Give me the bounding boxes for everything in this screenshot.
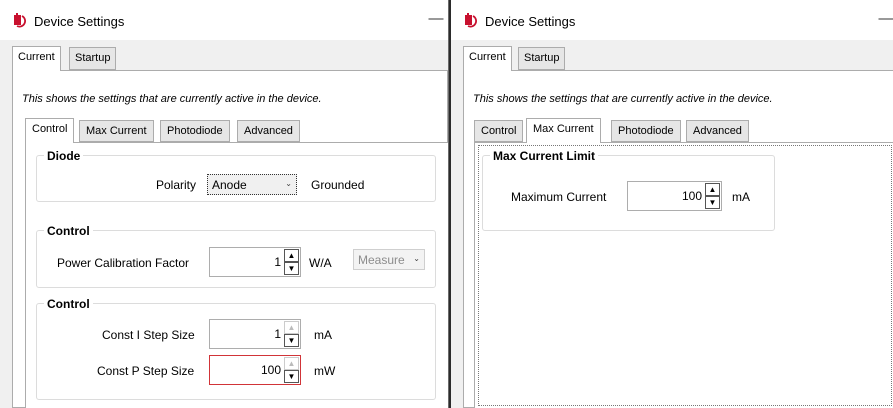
tab-advanced[interactable]: Advanced xyxy=(686,120,749,142)
info-text: This shows the settings that are current… xyxy=(22,93,322,105)
spin-up-icon[interactable]: ▲ xyxy=(284,321,299,334)
tab-startup[interactable]: Startup xyxy=(69,47,117,70)
app-icon xyxy=(465,13,477,28)
const-p-unit-label: mW xyxy=(314,364,336,378)
pcf-unit-label: W/A xyxy=(309,256,332,270)
tab-control[interactable]: Control xyxy=(25,118,75,143)
tab-advanced[interactable]: Advanced xyxy=(237,120,300,142)
control-group-step-size: Control Const I Step Size 1 ▲ ▼ mA Const… xyxy=(36,297,436,400)
minimize-button[interactable]: — xyxy=(425,8,447,30)
tab-max-current[interactable]: Max Current xyxy=(79,120,154,142)
current-tab-panel: This shows the settings that are current… xyxy=(12,70,448,408)
const-i-step-label: Const I Step Size xyxy=(102,328,195,342)
const-p-step-spinner[interactable]: 100 ▲ ▼ xyxy=(209,355,301,385)
spin-down-icon[interactable]: ▼ xyxy=(705,196,720,209)
spin-down-icon[interactable]: ▼ xyxy=(284,334,299,347)
tab-max-current[interactable]: Max Current xyxy=(526,118,601,143)
diode-group-title: Diode xyxy=(44,149,84,163)
title-bar: Device Settings — xyxy=(451,0,893,40)
control-group-calibration: Control Power Calibration Factor 1 ▲ ▼ W… xyxy=(36,224,436,288)
max-current-limit-group: Max Current Limit Maximum Current 100 ▲ … xyxy=(482,149,775,231)
polarity-dropdown[interactable]: Anode ⌄ xyxy=(207,174,297,195)
const-i-unit-label: mA xyxy=(314,328,332,342)
control-tab-panel: Diode Polarity Anode ⌄ Grounded Control … xyxy=(25,142,448,408)
spin-down-icon[interactable]: ▼ xyxy=(284,370,299,383)
const-i-step-spinner[interactable]: 1 ▲ ▼ xyxy=(209,319,301,349)
device-settings-window-left: Device Settings — Current Startup This s… xyxy=(0,0,449,408)
power-calibration-value: 1 xyxy=(274,255,281,269)
title-bar: Device Settings — xyxy=(0,0,448,40)
polarity-value: Anode xyxy=(212,178,247,192)
app-icon xyxy=(14,13,26,28)
tab-photodiode[interactable]: Photodiode xyxy=(611,120,681,142)
tab-startup[interactable]: Startup xyxy=(518,47,566,70)
maximum-current-unit: mA xyxy=(732,190,750,204)
tab-current[interactable]: Current xyxy=(463,46,512,71)
info-text: This shows the settings that are current… xyxy=(473,93,773,105)
const-i-step-value: 1 xyxy=(274,327,281,341)
measure-dropdown[interactable]: Measure ⌄ xyxy=(353,249,425,270)
chevron-down-icon: ⌄ xyxy=(413,254,420,263)
max-current-limit-title: Max Current Limit xyxy=(490,149,599,163)
control-group-title: Control xyxy=(44,297,93,311)
current-tab-panel: This shows the settings that are current… xyxy=(463,70,893,408)
spin-up-icon[interactable]: ▲ xyxy=(705,183,720,196)
diode-group: Diode Polarity Anode ⌄ Grounded xyxy=(36,149,436,202)
const-p-step-value: 100 xyxy=(260,363,281,377)
max-current-tab-panel: Max Current Limit Maximum Current 100 ▲ … xyxy=(474,142,893,408)
power-calibration-label: Power Calibration Factor xyxy=(57,256,190,270)
const-p-step-label: Const P Step Size xyxy=(97,364,195,378)
spin-up-icon[interactable]: ▲ xyxy=(284,357,299,370)
tab-control[interactable]: Control xyxy=(474,120,524,142)
tab-photodiode[interactable]: Photodiode xyxy=(160,120,230,142)
spin-up-icon[interactable]: ▲ xyxy=(284,249,299,262)
window-title: Device Settings xyxy=(485,14,576,29)
maximum-current-label: Maximum Current xyxy=(511,190,607,204)
minimize-button[interactable]: — xyxy=(875,8,893,30)
power-calibration-spinner[interactable]: 1 ▲ ▼ xyxy=(209,247,301,277)
tab-current[interactable]: Current xyxy=(12,46,61,71)
maximum-current-value: 100 xyxy=(681,189,702,203)
maximum-current-spinner[interactable]: 100 ▲ ▼ xyxy=(627,181,722,211)
polarity-label: Polarity xyxy=(156,178,197,192)
device-settings-window-right: Device Settings — Current Startup This s… xyxy=(449,0,893,408)
grounded-label: Grounded xyxy=(311,178,365,192)
spin-down-icon[interactable]: ▼ xyxy=(284,262,299,275)
chevron-down-icon: ⌄ xyxy=(285,179,292,188)
measure-text: Measure xyxy=(358,253,405,267)
control-group-title: Control xyxy=(44,224,93,238)
window-title: Device Settings xyxy=(34,14,125,29)
